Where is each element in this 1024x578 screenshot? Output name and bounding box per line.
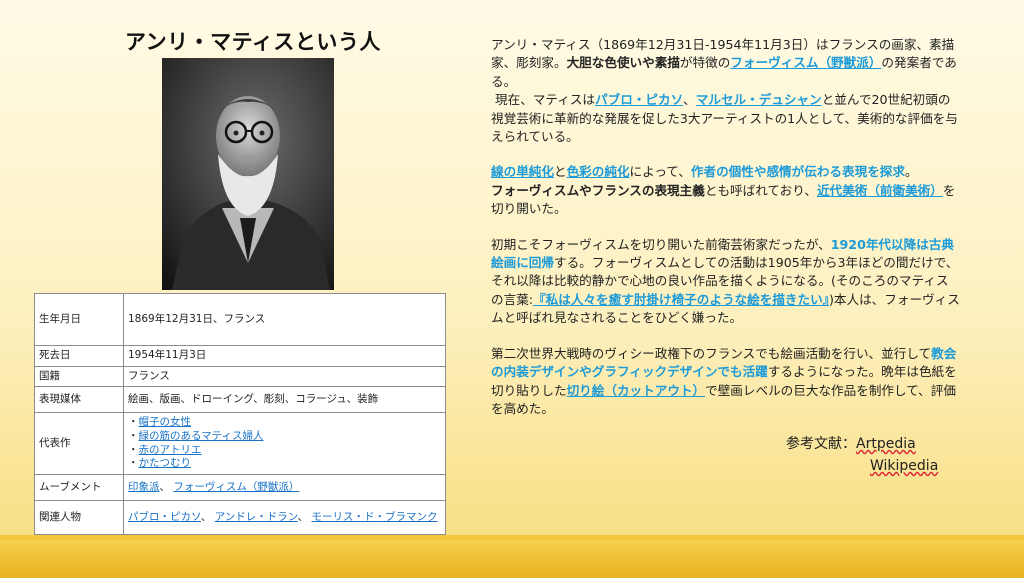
paragraph-wartime: 第二次世界大戦時のヴィシー政権下のフランスでも絵画活動を行い、並行して教会の内装… bbox=[491, 345, 957, 416]
table-row: 生年月日 1869年12月31日、フランス bbox=[34, 293, 446, 346]
modern-art-link[interactable]: 近代美術（前衛美術） bbox=[817, 183, 943, 198]
table-row: 死去日 1954年11月3日 bbox=[34, 345, 446, 367]
cutout-link[interactable]: 切り絵（カットアウト） bbox=[567, 383, 706, 398]
table-row: 関連人物 パブロ・ピカソ、 アンドレ・ドラン、 モーリス・ド・ブラマンク bbox=[34, 499, 446, 535]
picasso-link[interactable]: パブロ・ピカソ bbox=[595, 92, 683, 107]
work-link[interactable]: かたつむり bbox=[139, 457, 192, 469]
bold-text: フォーヴィスムやフランスの表現主義 bbox=[491, 182, 705, 198]
nationality-value: フランス bbox=[123, 365, 446, 388]
related-list: パブロ・ピカソ、 アンドレ・ドラン、 モーリス・ド・ブラマンク bbox=[123, 499, 446, 535]
media-value: 絵画、版画、ドローイング、彫刻、コラージュ、装飾 bbox=[123, 386, 446, 414]
paragraph-later: 初期こそフォーヴィスムを切り開いた前衛芸術家だったが、1920年代以降は古典絵画… bbox=[491, 236, 960, 326]
movement-label: ムーブメント bbox=[34, 473, 124, 501]
color-purification-link[interactable]: 色彩の純化 bbox=[567, 164, 630, 179]
table-row: ムーブメント 印象派、 フォーヴィスム（野獣派） bbox=[34, 473, 446, 501]
works-label: 代表作 bbox=[34, 412, 124, 475]
work-link[interactable]: 赤のアトリエ bbox=[139, 444, 202, 456]
movement-list: 印象派、 フォーヴィスム（野獣派） bbox=[123, 473, 446, 501]
bold-text: 大胆な色使いや素描 bbox=[566, 55, 680, 71]
died-value: 1954年11月3日 bbox=[123, 345, 446, 367]
reference-item[interactable]: Wikipedia bbox=[870, 458, 938, 474]
article-body: アンリ・マティス（1869年12月31日-1954年11月3日）はフランスの画家… bbox=[491, 36, 961, 435]
duchamp-link[interactable]: マルセル・デュシャン bbox=[696, 92, 822, 107]
work-link[interactable]: 緑の筋のあるマティス婦人 bbox=[139, 430, 264, 442]
quote-link[interactable]: 『私は人々を癒す肘掛け椅子のような絵を描きたい』 bbox=[533, 292, 829, 307]
table-row: 国籍 フランス bbox=[34, 365, 446, 388]
related-person-link[interactable]: モーリス・ド・ブラマンク bbox=[312, 511, 438, 523]
footer-band bbox=[0, 540, 1024, 578]
list-item: ・帽子の女性 bbox=[128, 416, 192, 429]
table-row: 表現媒体 絵画、版画、ドローイング、彫刻、コラージュ、装飾 bbox=[34, 386, 446, 414]
profile-table: 生年月日 1869年12月31日、フランス 死去日 1954年11月3日 国籍 … bbox=[34, 293, 446, 535]
paragraph-style: 線の単純化と色彩の純化によって、作者の個性や感情が伝わる表現を探求。 フォーヴィ… bbox=[491, 164, 956, 217]
list-item: ・かたつむり bbox=[128, 457, 192, 470]
born-value: 1869年12月31日、フランス bbox=[123, 293, 446, 346]
works-list: ・帽子の女性 ・緑の筋のあるマティス婦人 ・赤のアトリエ ・かたつむり bbox=[123, 412, 446, 475]
fauvism-link[interactable]: フォーヴィスム（野獣派） bbox=[730, 55, 881, 70]
table-row: 代表作 ・帽子の女性 ・緑の筋のあるマティス婦人 ・赤のアトリエ ・かたつむり bbox=[34, 412, 446, 475]
paragraph-intro: アンリ・マティス（1869年12月31日-1954年11月3日）はフランスの画家… bbox=[491, 37, 958, 145]
work-link[interactable]: 帽子の女性 bbox=[139, 416, 192, 428]
born-label: 生年月日 bbox=[34, 293, 124, 346]
related-person-link[interactable]: アンドレ・ドラン bbox=[215, 511, 298, 523]
list-item: ・緑の筋のあるマティス婦人 bbox=[128, 429, 264, 442]
related-label: 関連人物 bbox=[34, 499, 124, 535]
list-item: ・赤のアトリエ bbox=[128, 443, 202, 456]
references-label: 参考文献： bbox=[786, 436, 856, 452]
page-title: アンリ・マティスという人 bbox=[125, 30, 381, 54]
died-label: 死去日 bbox=[34, 345, 124, 367]
portrait-photo bbox=[162, 58, 334, 290]
references: 参考文献：Artpedia Wikipedia bbox=[786, 433, 938, 477]
media-label: 表現媒体 bbox=[34, 386, 124, 414]
movement-link[interactable]: 印象派 bbox=[128, 481, 160, 493]
highlight-text: 作者の個性や感情が伝わる表現を探求 bbox=[690, 164, 905, 180]
related-person-link[interactable]: パブロ・ピカソ bbox=[128, 511, 201, 523]
reference-item[interactable]: Artpedia bbox=[856, 436, 916, 452]
portrait-illustration bbox=[162, 58, 334, 290]
movement-link[interactable]: フォーヴィスム（野獣派） bbox=[173, 481, 299, 493]
nationality-label: 国籍 bbox=[34, 365, 124, 388]
line-simplification-link[interactable]: 線の単純化 bbox=[491, 164, 554, 179]
